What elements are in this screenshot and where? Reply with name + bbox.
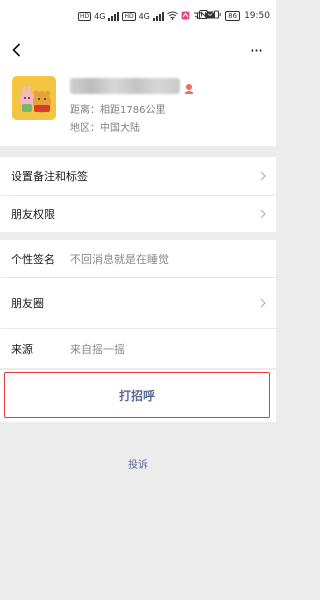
network1-label: 4G xyxy=(94,11,106,21)
source-row: 来源 来自摇一摇 xyxy=(0,329,276,368)
chevron-right-icon xyxy=(260,209,266,219)
source-label: 来源 xyxy=(11,342,33,356)
clock: 19:50 xyxy=(244,11,270,21)
status-icons-right: 86 19:50 xyxy=(199,10,270,22)
distance-value: 相距1786公里 xyxy=(100,105,166,116)
signal1-icon xyxy=(108,11,120,21)
app-notification-icon xyxy=(181,11,190,22)
status-icons-left: HD 4G HD 4G xyxy=(78,9,215,23)
report-link[interactable]: 投诉 xyxy=(0,456,276,471)
vibrate-icon xyxy=(212,10,221,22)
source-value: 来自摇一摇 xyxy=(70,342,125,356)
region-value: 中国大陆 xyxy=(100,123,140,134)
signal2-icon xyxy=(152,11,164,21)
sim1-indicator: HD xyxy=(78,11,92,21)
distance-line: 距离：相距1786公里 xyxy=(70,101,165,116)
female-gender-icon xyxy=(184,80,194,94)
signature-value: 不回消息就是在睡觉 xyxy=(70,252,169,266)
network2-label: 4G xyxy=(138,11,150,21)
back-button[interactable] xyxy=(6,38,26,62)
moments-row[interactable]: 朋友圈 xyxy=(0,278,276,328)
battery-icon: 86 xyxy=(225,11,241,21)
remark-tags-row[interactable]: 设置备注和标签 xyxy=(0,157,276,195)
chevron-right-icon xyxy=(260,171,266,181)
greet-section: 打招呼 xyxy=(0,370,276,422)
friend-permissions-label: 朋友权限 xyxy=(11,208,55,221)
status-bar: HD 4G HD 4G 86 19:50 xyxy=(0,0,276,34)
region-line: 地区：中国大陆 xyxy=(70,119,140,134)
piglet-avatar-icon xyxy=(12,76,56,120)
moments-label: 朋友圈 xyxy=(11,297,44,310)
nav-bar: ··· xyxy=(0,34,276,66)
friend-permissions-row[interactable]: 朋友权限 xyxy=(0,196,276,232)
profile-header: 距离：相距1786公里 地区：中国大陆 xyxy=(0,66,276,146)
more-options-button[interactable]: ··· xyxy=(244,38,268,62)
chevron-right-icon xyxy=(260,298,266,308)
greet-button[interactable]: 打招呼 xyxy=(4,372,270,418)
avatar[interactable] xyxy=(12,76,56,120)
nickname-redacted xyxy=(70,78,180,94)
chevron-left-icon xyxy=(11,43,20,57)
distance-label: 距离： xyxy=(70,105,100,116)
signature-label: 个性签名 xyxy=(11,252,55,266)
sim2-indicator: HD xyxy=(122,11,136,21)
more-dots-icon: ··· xyxy=(249,40,263,60)
signature-row: 个性签名 不回消息就是在睡觉 xyxy=(0,240,276,277)
region-label: 地区： xyxy=(70,123,100,134)
remark-tags-label: 设置备注和标签 xyxy=(11,170,88,183)
nfc-icon xyxy=(199,10,209,22)
wifi-icon xyxy=(167,11,178,22)
